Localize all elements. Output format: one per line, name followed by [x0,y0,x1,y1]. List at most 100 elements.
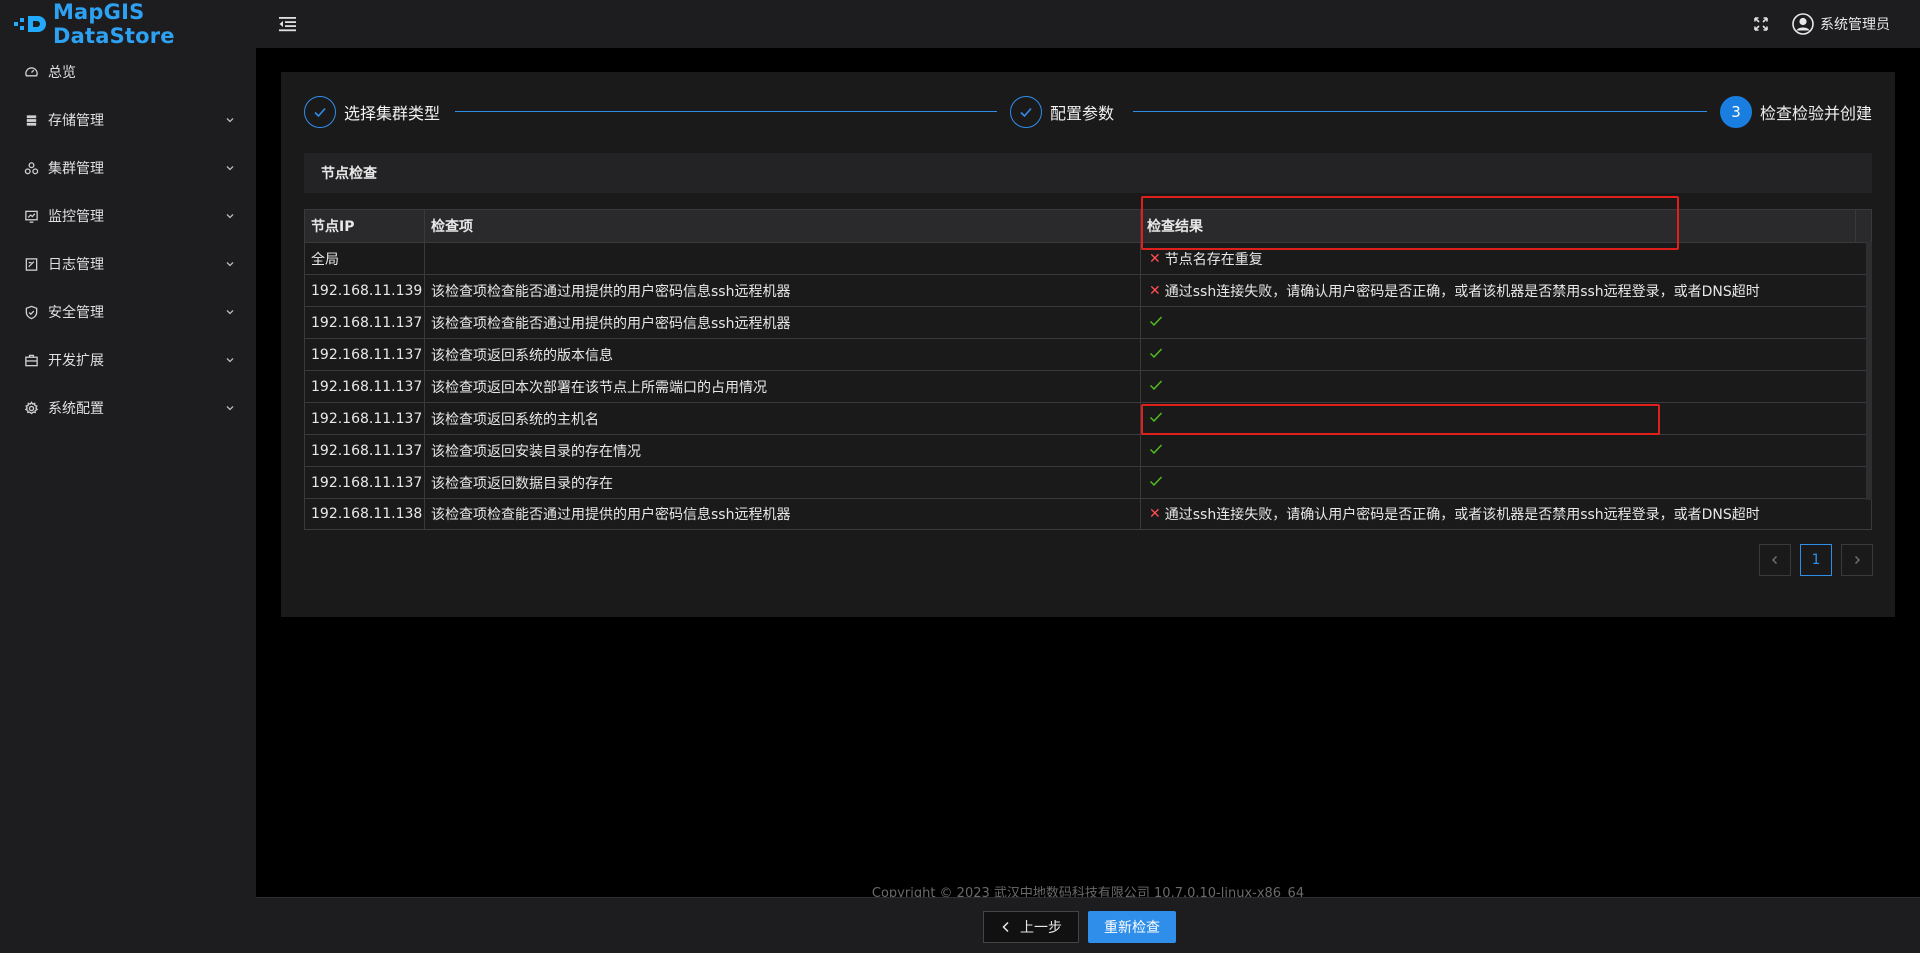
table-body: 全局 ✕ 节点名存在重复 192.168.11.139 该检查项检查能否通过用提供的用户… [304,242,1872,530]
check-item-cell: 该检查项返回数据目录的存在 [425,467,1141,498]
step-label: 选择集群类型 [344,104,441,123]
menu-collapse-icon[interactable] [278,15,298,33]
table-row: 192.168.11.139 该检查项检查能否通过用提供的用户密码信息ssh远程机… [304,274,1872,306]
logo[interactable]: MapGIS DataStore [0,0,256,48]
sidebar-item[interactable]: 安全管理 [0,288,256,336]
dashboard-icon [24,65,39,80]
chevron-down-icon[interactable] [224,114,236,126]
node-ip-cell: 192.168.11.138 [305,499,425,529]
sidebar-item[interactable]: 开发扩展 [0,336,256,384]
check-result-cell: ✕ 通过ssh连接失败，请确认用户密码是否正确，或者该机器是否禁用ssh远程登录，… [1141,275,1858,306]
sidebar-item-label: 存储管理 [48,113,104,129]
pagination: 1 [1750,544,1873,576]
node-ip-cell: 192.168.11.137 [305,339,425,370]
sidebar-item-label: 监控管理 [48,209,104,225]
toolbox-icon [24,353,39,368]
check-result-text: 通过ssh连接失败，请确认用户密码是否正确，或者该机器是否禁用ssh远程登录，或… [1164,283,1760,300]
previous-step-button[interactable]: 上一步 [983,911,1079,943]
vertical-scrollbar[interactable] [1866,242,1872,500]
step-connector [1133,111,1707,112]
success-check-icon [1147,378,1163,396]
sidebar-item[interactable]: 集群管理 [0,144,256,192]
gear-icon [24,400,39,416]
user-avatar-icon[interactable] [1792,13,1814,35]
page-number-button[interactable]: 1 [1800,544,1832,576]
error-x-icon: ✕ [1149,250,1161,267]
check-result-cell: ✕ 通过ssh连接失败，请确认用户密码是否正确，或者该机器是否禁用ssh远程登录，… [1141,499,1858,529]
section-title: 节点检查 [304,153,1872,193]
check-result-cell [1141,467,1858,498]
step-3: 3 检查检验并创建 [1720,95,1872,129]
sidebar-item[interactable]: 监控管理 [0,192,256,240]
table-row: 192.168.11.137 该检查项返回数据目录的存在 [304,466,1872,498]
check-icon [304,96,336,128]
node-ip-cell: 192.168.11.137 [305,403,425,434]
next-page-button[interactable] [1841,544,1873,576]
chevron-down-icon[interactable] [224,306,236,318]
check-result-cell [1141,307,1858,338]
previous-step-label: 上一步 [1020,920,1062,936]
success-check-icon [1147,346,1163,364]
step-number: 3 [1720,96,1752,128]
node-ip-cell: 192.168.11.137 [305,307,425,338]
log-icon [24,257,39,272]
sidebar-item-label: 集群管理 [48,161,104,177]
sidebar-nav: 总览存储管理集群管理监控管理日志管理安全管理开发扩展系统配置 [0,48,256,432]
sidebar-item[interactable]: 日志管理 [0,240,256,288]
chevron-down-icon[interactable] [224,210,236,222]
sidebar-item[interactable]: 总览 [0,48,256,96]
sidebar: MapGIS DataStore 总览存储管理集群管理监控管理日志管理安全管理开… [0,0,256,953]
chevron-down-icon[interactable] [224,258,236,270]
step-2: 配置参数 [1010,95,1114,129]
sidebar-item-label: 总览 [48,65,76,81]
footer-bar: 上一步 重新检查 [256,897,1920,953]
check-table: 节点IP 检查项 检查结果 全局 ✕ 节点名存在重复 192.168.11.139 该检… [304,209,1872,530]
check-item-cell: 该检查项检查能否通过用提供的用户密码信息ssh远程机器 [425,499,1141,529]
sidebar-item[interactable]: 存储管理 [0,96,256,144]
fullscreen-icon[interactable] [1752,15,1770,33]
error-x-icon: ✕ [1149,282,1161,299]
chevron-down-icon[interactable] [224,354,236,366]
sidebar-item-label: 开发扩展 [48,353,104,369]
node-ip-cell: 全局 [305,243,425,274]
check-item-cell: 该检查项返回本次部署在该节点上所需端口的占用情况 [425,371,1141,402]
prev-page-button[interactable] [1759,544,1791,576]
check-item-cell: 该检查项检查能否通过用提供的用户密码信息ssh远程机器 [425,275,1141,306]
check-result-cell [1141,339,1858,370]
table-row: 192.168.11.137 该检查项检查能否通过用提供的用户密码信息ssh远程机… [304,306,1872,338]
steps: 选择集群类型 配置参数 3 检查检验并创建 [304,95,1895,129]
sidebar-item[interactable]: 系统配置 [0,384,256,432]
success-check-icon [1147,314,1163,332]
check-result-text: 通过ssh连接失败，请确认用户密码是否正确，或者该机器是否禁用ssh远程登录，或… [1164,507,1760,523]
top-header: 系统管理员 [256,0,1920,48]
column-header: 检查项 [425,210,1141,242]
table-row: 192.168.11.137 该检查项返回系统的版本信息 [304,338,1872,370]
step-label: 配置参数 [1050,104,1115,123]
check-result-cell [1141,371,1858,402]
node-ip-cell: 192.168.11.137 [305,467,425,498]
check-item-cell: 该检查项返回系统的版本信息 [425,339,1141,370]
step-label: 检查检验并创建 [1760,104,1873,123]
sidebar-item-label: 日志管理 [48,257,104,273]
logo-icon [14,13,49,35]
table-row: 192.168.11.137 该检查项返回安装目录的存在情况 [304,434,1872,466]
scrollbar-gutter [1856,210,1871,242]
highlight-box [1141,404,1660,435]
recheck-button[interactable]: 重新检查 [1088,911,1176,943]
check-item-cell: 该检查项返回系统的主机名 [425,403,1141,434]
chevron-down-icon[interactable] [224,402,236,414]
app-title: MapGIS DataStore [52,0,175,48]
check-item-cell [425,243,1141,274]
chevron-left-icon [1002,921,1009,933]
shield-icon [24,305,39,320]
success-check-icon [1147,442,1163,460]
user-name[interactable]: 系统管理员 [1820,14,1890,34]
database-icon [24,113,39,128]
sidebar-item-label: 安全管理 [48,305,104,321]
step-1: 选择集群类型 [304,95,440,129]
header-right: 系统管理员 [1752,0,1890,48]
error-x-icon: ✕ [1149,506,1161,522]
cluster-icon [24,161,39,176]
chevron-down-icon[interactable] [224,162,236,174]
step-connector [455,111,997,112]
